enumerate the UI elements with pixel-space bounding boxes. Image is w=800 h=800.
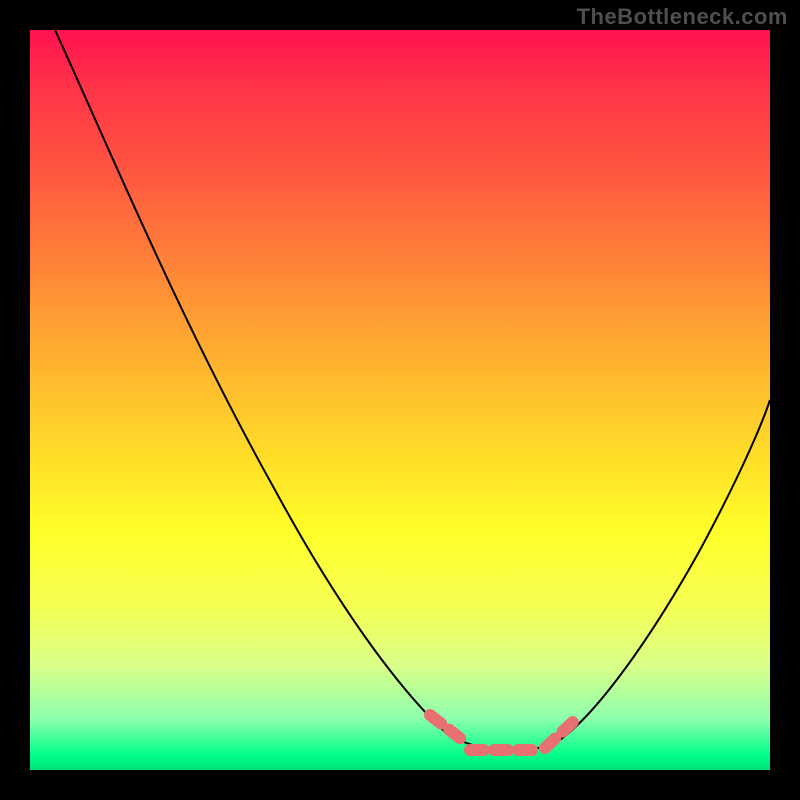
plot-area [30, 30, 770, 770]
optimum-highlight-right [545, 720, 575, 748]
curve-right-ascent [550, 400, 770, 746]
curve-svg [30, 30, 770, 770]
curve-left-descent [55, 30, 445, 732]
chart-frame: TheBottleneck.com [0, 0, 800, 800]
watermark-text: TheBottleneck.com [577, 4, 788, 30]
optimum-highlight-left [430, 715, 465, 742]
